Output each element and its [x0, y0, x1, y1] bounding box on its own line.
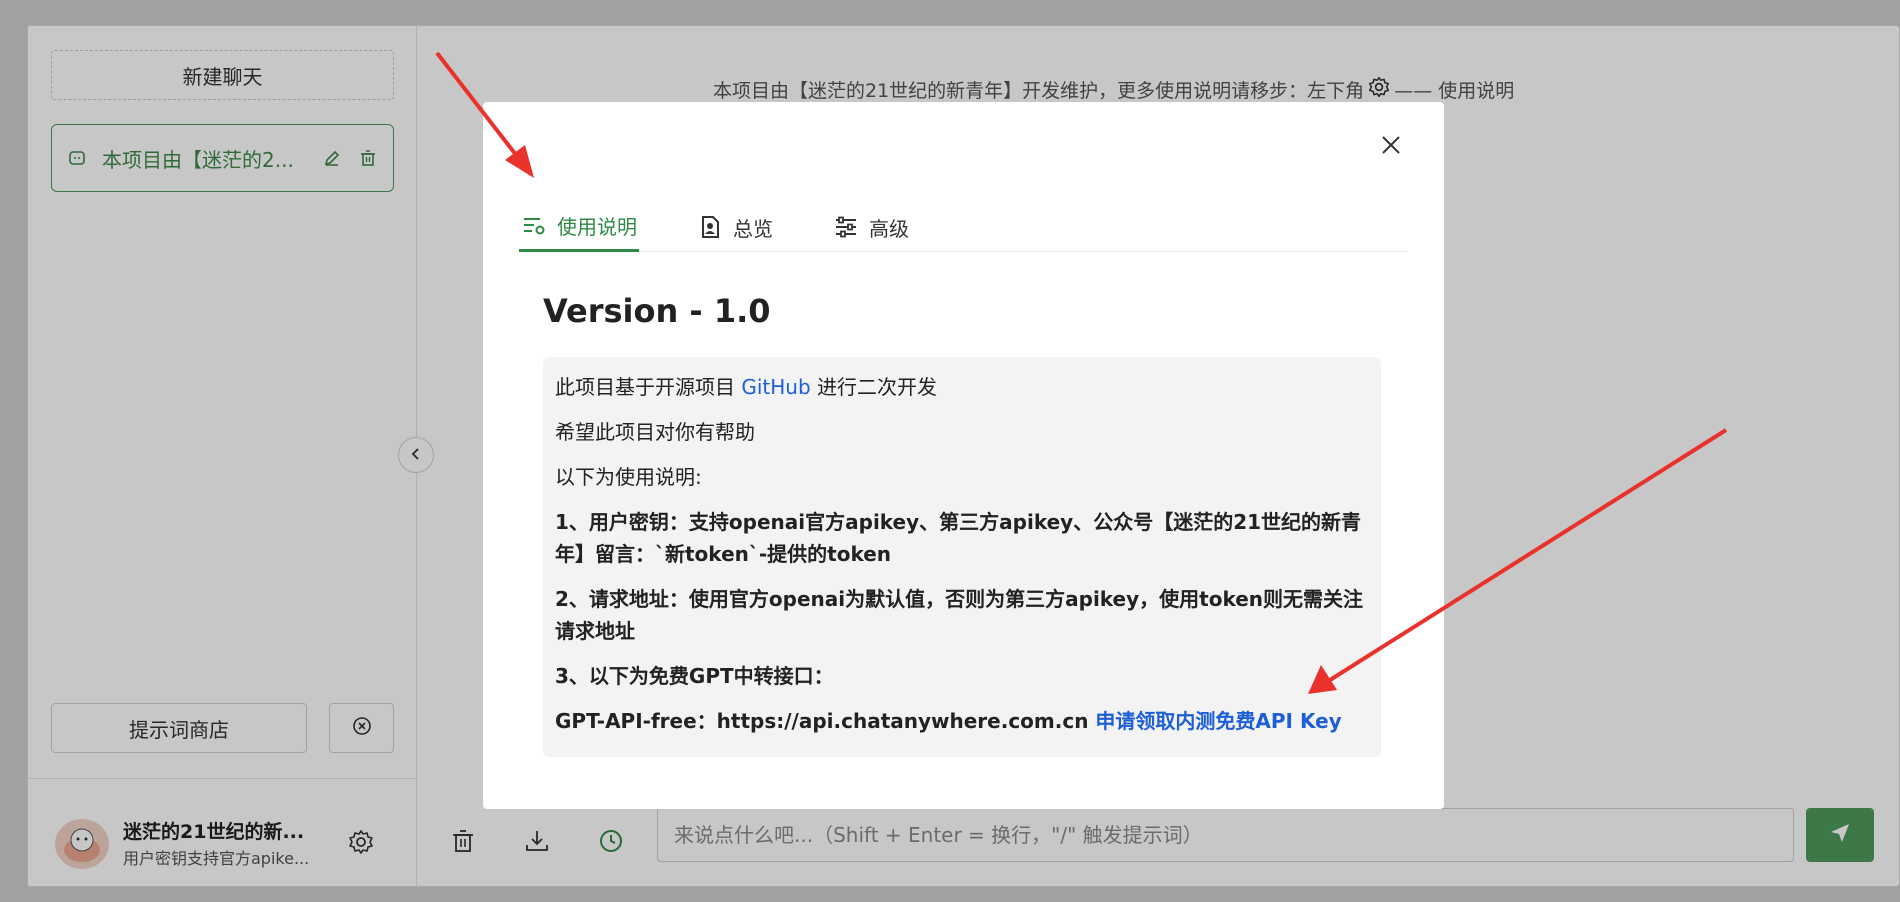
intro-line: 此项目基于开源项目 GitHub 进行二次开发 [555, 371, 1369, 403]
instruction-item-1: 1、用户密钥：支持openai官方apikey、第三方apikey、公众号【迷茫… [555, 510, 1362, 566]
tab-usage-label: 使用说明 [557, 215, 637, 239]
account-box-icon [697, 214, 723, 240]
api-prefix: GPT-API-free：https://api.chatanywhere.co… [555, 709, 1096, 733]
settings-list-icon [521, 213, 547, 239]
api-key-link[interactable]: 申请领取内测免费API Key [1095, 709, 1341, 733]
instruction-item-2: 2、请求地址：使用官方openai为默认值，否则为第三方apikey，使用tok… [555, 587, 1364, 643]
tab-advanced[interactable]: 高级 [831, 202, 911, 252]
modal-close-button[interactable] [1374, 130, 1408, 164]
settings-modal: 使用说明 总览 高级 Version - 1.0 此项目基于开源项目 GitHu… [483, 102, 1444, 809]
close-icon [1380, 134, 1402, 160]
tab-usage[interactable]: 使用说明 [519, 202, 639, 252]
tab-overview-label: 总览 [733, 216, 773, 241]
api-line: GPT-API-free：https://api.chatanywhere.co… [555, 705, 1369, 737]
modal-tabs: 使用说明 总览 高级 [519, 202, 1408, 252]
intro-prefix: 此项目基于开源项目 [555, 375, 742, 399]
intro-suffix: 进行二次开发 [810, 375, 938, 399]
tab-advanced-label: 高级 [869, 216, 909, 241]
tab-overview[interactable]: 总览 [695, 202, 775, 252]
instructions-heading: 以下为使用说明: [555, 465, 702, 489]
github-link[interactable]: GitHub [741, 375, 810, 399]
usage-content: 此项目基于开源项目 GitHub 进行二次开发 希望此项目对你有帮助 以下为使用… [543, 357, 1381, 757]
hope-line: 希望此项目对你有帮助 [555, 420, 755, 444]
version-title: Version - 1.0 [543, 292, 771, 330]
sliders-icon [833, 214, 859, 240]
instruction-item-3: 3、以下为免费GPT中转接口： [555, 664, 834, 688]
